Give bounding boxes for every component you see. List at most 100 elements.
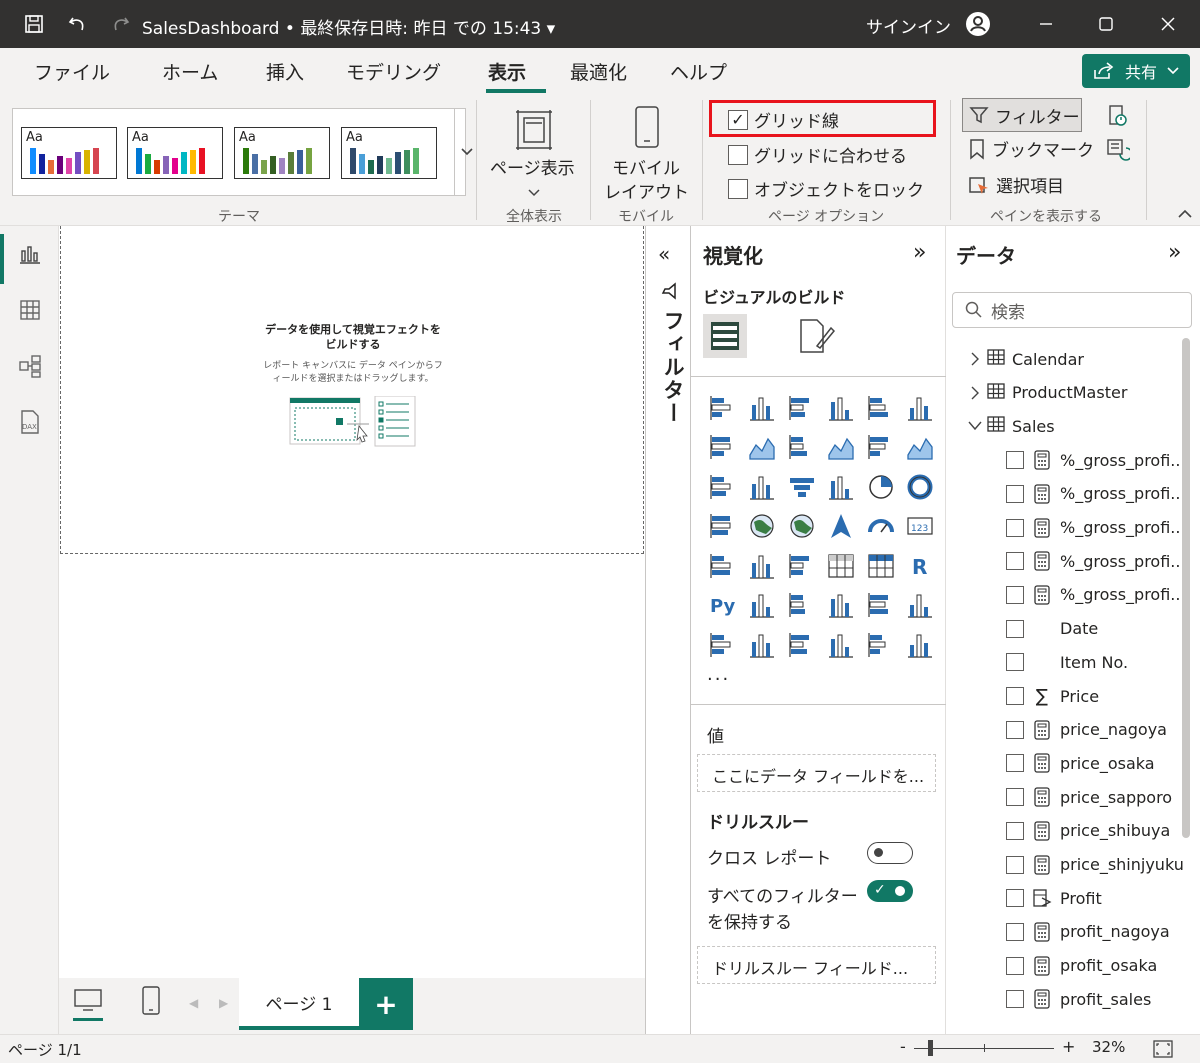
mobile-layout-icon[interactable] bbox=[141, 986, 161, 1020]
field-checkbox[interactable] bbox=[1006, 484, 1024, 503]
prev-page-icon[interactable]: ◀ bbox=[189, 996, 198, 1010]
fit-to-page-icon[interactable] bbox=[1152, 1039, 1174, 1063]
chevron-down-icon[interactable] bbox=[528, 182, 540, 201]
signin-link[interactable]: サインイン bbox=[866, 13, 951, 38]
collapse-data-pane-icon[interactable]: » bbox=[1168, 240, 1181, 265]
table-row[interactable]: ProductMaster bbox=[966, 376, 1127, 410]
zoom-slider-thumb[interactable] bbox=[928, 1040, 933, 1056]
save-icon[interactable] bbox=[22, 12, 46, 36]
field-row[interactable]: price_sapporo bbox=[1006, 780, 1172, 814]
clustered-bar-chart-icon[interactable] bbox=[782, 388, 821, 427]
clustered-column-chart-icon[interactable] bbox=[822, 388, 861, 427]
maximize-icon[interactable] bbox=[1092, 10, 1120, 38]
menu-modeling[interactable]: モデリング bbox=[346, 58, 441, 85]
field-row[interactable]: profit_sales bbox=[1006, 982, 1151, 1016]
azure-map-icon[interactable] bbox=[822, 507, 861, 546]
qa-visual-icon[interactable] bbox=[822, 586, 861, 625]
mobile-layout-button[interactable]: モバイル bbox=[612, 154, 680, 179]
field-row[interactable]: price_shibuya bbox=[1006, 814, 1170, 848]
area-chart-icon[interactable] bbox=[743, 428, 782, 467]
mobile-layout-button-line2[interactable]: レイアウト bbox=[604, 178, 689, 203]
donut-chart-icon[interactable] bbox=[901, 467, 940, 506]
theme-option-2[interactable]: Aa bbox=[127, 127, 223, 179]
snap-to-grid-checkbox[interactable] bbox=[728, 144, 748, 165]
field-row[interactable]: price_nagoya bbox=[1006, 713, 1167, 747]
field-checkbox[interactable] bbox=[1006, 956, 1024, 975]
field-checkbox[interactable] bbox=[1006, 720, 1024, 739]
table-icon[interactable] bbox=[822, 546, 861, 585]
100pct-bar-chart-icon[interactable] bbox=[861, 388, 900, 427]
more-visuals-icon[interactable]: ... bbox=[707, 664, 730, 685]
100pct-column-chart-icon[interactable] bbox=[901, 388, 940, 427]
page-tab-1[interactable]: ページ 1 bbox=[239, 978, 359, 1030]
key-influencers-icon[interactable] bbox=[743, 586, 782, 625]
keep-all-filters-toggle[interactable]: ✓ bbox=[867, 880, 913, 902]
line-clustered-column-chart-icon[interactable] bbox=[901, 428, 940, 467]
data-pane-scrollbar[interactable] bbox=[1182, 338, 1190, 838]
selection-pane-button[interactable]: 選択項目 bbox=[968, 172, 1064, 197]
field-checkbox[interactable] bbox=[1006, 990, 1024, 1009]
dax-query-view-icon[interactable]: DAX bbox=[16, 408, 44, 436]
kpi-icon[interactable] bbox=[743, 546, 782, 585]
field-row[interactable]: Profit bbox=[1006, 881, 1102, 915]
minimize-icon[interactable] bbox=[1032, 10, 1060, 38]
field-checkbox[interactable] bbox=[1006, 821, 1024, 840]
field-row[interactable]: %_gross_profi... bbox=[1006, 443, 1186, 477]
decomposition-tree-icon[interactable] bbox=[782, 586, 821, 625]
field-row[interactable]: %_gross_profi... bbox=[1006, 477, 1186, 511]
table-row[interactable]: Sales bbox=[966, 409, 1055, 443]
gauge-icon[interactable] bbox=[861, 507, 900, 546]
treemap-icon[interactable] bbox=[703, 507, 742, 546]
waterfall-chart-icon[interactable] bbox=[743, 467, 782, 506]
build-visual-tab-icon[interactable] bbox=[703, 314, 747, 358]
menu-view[interactable]: 表示 bbox=[488, 58, 526, 85]
field-checkbox[interactable] bbox=[1006, 585, 1024, 604]
field-row[interactable]: Date bbox=[1006, 612, 1098, 646]
matrix-icon[interactable] bbox=[861, 546, 900, 585]
field-checkbox[interactable] bbox=[1006, 619, 1024, 638]
metrics-icon[interactable] bbox=[901, 586, 940, 625]
zoom-percentage[interactable]: 32% bbox=[1092, 1038, 1125, 1056]
add-page-button[interactable]: + bbox=[359, 978, 413, 1030]
menu-file[interactable]: ファイル bbox=[34, 58, 110, 85]
paginated-report-icon[interactable] bbox=[703, 625, 742, 664]
snap-to-grid-option[interactable]: グリッドに合わせる bbox=[728, 142, 907, 167]
python-visual-icon[interactable]: Py bbox=[703, 586, 742, 625]
share-button[interactable]: 共有 bbox=[1082, 54, 1190, 88]
filter-pane-button[interactable]: フィルター bbox=[962, 98, 1082, 132]
lock-objects-option[interactable]: オブジェクトをロック bbox=[728, 176, 924, 201]
table-view-icon[interactable] bbox=[16, 296, 44, 324]
menu-optimize[interactable]: 最適化 bbox=[570, 58, 627, 85]
field-checkbox[interactable] bbox=[1006, 922, 1024, 941]
zoom-out-button[interactable]: - bbox=[900, 1037, 906, 1056]
field-checkbox[interactable] bbox=[1006, 687, 1024, 705]
pie-chart-icon[interactable] bbox=[861, 467, 900, 506]
collapse-visualizations-icon[interactable]: » bbox=[913, 240, 926, 265]
field-row[interactable]: price_osaka bbox=[1006, 746, 1155, 780]
stacked-column-chart-icon[interactable] bbox=[743, 388, 782, 427]
field-checkbox[interactable] bbox=[1006, 653, 1024, 672]
field-row[interactable]: %_gross_profi... bbox=[1006, 578, 1186, 612]
collapse-ribbon-icon[interactable] bbox=[1178, 204, 1192, 223]
redo-icon[interactable] bbox=[108, 12, 132, 36]
field-checkbox[interactable] bbox=[1006, 889, 1024, 908]
field-checkbox[interactable] bbox=[1006, 552, 1024, 571]
expand-filter-pane-icon[interactable]: « bbox=[658, 242, 670, 266]
multi-row-card-icon[interactable] bbox=[703, 546, 742, 585]
stacked-area-chart-icon[interactable] bbox=[782, 428, 821, 467]
drillthrough-drop-zone[interactable]: ドリルスルー フィールド... bbox=[697, 946, 936, 984]
close-icon[interactable] bbox=[1154, 10, 1182, 38]
power-automate-arrows-icon[interactable] bbox=[901, 625, 940, 664]
menu-insert[interactable]: 挿入 bbox=[266, 58, 304, 85]
field-checkbox[interactable] bbox=[1006, 754, 1024, 773]
r-visual-icon[interactable]: R bbox=[901, 546, 940, 585]
funnel-chart-icon[interactable] bbox=[782, 467, 821, 506]
field-row[interactable]: %_gross_profi... bbox=[1006, 544, 1186, 578]
field-row[interactable]: ∑ Price bbox=[1006, 679, 1099, 713]
line-column-chart-icon[interactable] bbox=[861, 428, 900, 467]
user-avatar-icon[interactable] bbox=[964, 10, 992, 38]
report-canvas[interactable]: データを使用して視覚エフェクトを ビルドする レポート キャンバスに データ ペ… bbox=[59, 226, 645, 978]
power-automate-icon[interactable] bbox=[782, 625, 821, 664]
sync-slicers-icon[interactable] bbox=[1106, 138, 1133, 166]
line-chart-icon[interactable] bbox=[703, 428, 742, 467]
